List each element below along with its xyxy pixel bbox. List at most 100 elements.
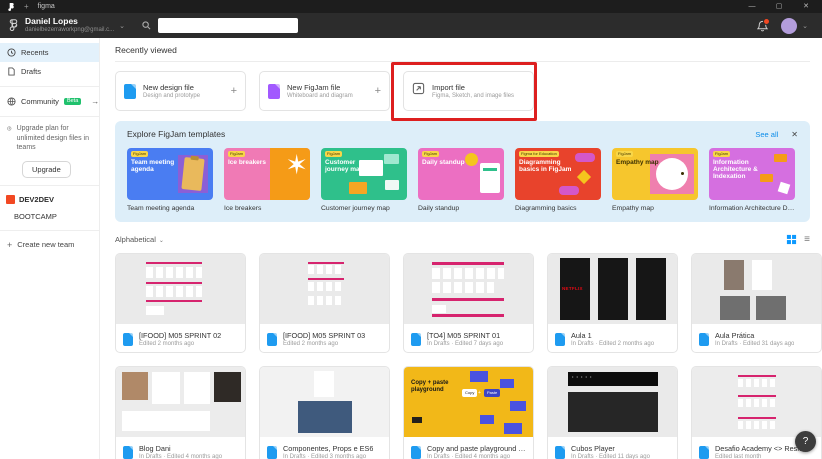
beta-badge: Beta <box>64 98 81 106</box>
template-diagramming-basics[interactable]: Figma for Education Diagramming basics i… <box>515 148 601 212</box>
sidebar-item-drafts[interactable]: Drafts <box>0 62 99 81</box>
template-daily-standup[interactable]: FigJam Daily standup Daily standup <box>418 148 504 212</box>
plus-icon[interactable]: + <box>375 85 381 97</box>
file-card-ifood-sprint-02[interactable]: [IFOOD] M05 SPRINT 02 Edited 2 months ag… <box>115 253 246 353</box>
file-thumbnail <box>692 254 821 324</box>
file-edited: In Drafts · Edited 7 days ago <box>427 340 503 348</box>
upgrade-button[interactable]: Upgrade <box>22 161 71 178</box>
sidebar-item-label: Community <box>21 97 59 106</box>
create-new-team-button[interactable]: + Create new team <box>0 236 99 254</box>
template-team-meeting-agenda[interactable]: FigJam Team meeting agenda Team meeting … <box>127 148 213 212</box>
decoration: • • • • • <box>572 374 592 379</box>
sort-label: Alphabetical <box>115 235 156 244</box>
file-card-copy-paste-playground[interactable]: Copy + paste playground Copy + Paste Cop… <box>403 366 534 459</box>
sidebar-item-community[interactable]: Community Beta → <box>0 92 99 111</box>
figma-file-icon <box>123 333 133 346</box>
close-banner-icon[interactable]: ✕ <box>791 130 798 139</box>
card-title: New FigJam file <box>287 83 353 92</box>
figma-app-icon[interactable] <box>7 3 15 11</box>
globe-icon <box>7 97 16 106</box>
figjam-badge: FigJam <box>422 151 439 157</box>
file-card-aula-1[interactable]: NETFLIX Aula 1 In Drafts · Edited 2 mont… <box>547 253 678 353</box>
file-card-blog-dani[interactable]: Blog Dani In Drafts · Edited 4 months ag… <box>115 366 246 459</box>
quick-actions-row: New design file Design and prototype + N… <box>115 71 810 111</box>
sidebar: Recents Drafts Community Beta → Upgrade … <box>0 38 100 459</box>
account-switcher[interactable]: Daniel Lopes danielbezerraworkpng@gmail.… <box>25 17 114 34</box>
list-view-icon[interactable]: ≡ <box>804 235 810 245</box>
search-input[interactable] <box>158 18 298 33</box>
template-label: Ice breakers <box>224 205 310 212</box>
decoration <box>181 157 204 191</box>
sidebar-team-dev2dev[interactable]: DEV2DEV <box>0 191 99 208</box>
import-file-card[interactable]: Import file Figma, Sketch, and image fil… <box>403 71 534 111</box>
maximize-icon[interactable]: ▢ <box>770 3 788 10</box>
decoration <box>778 182 791 195</box>
new-figjam-file-card[interactable]: New FigJam file Whiteboard and diagram + <box>259 71 390 111</box>
sidebar-team-bootcamp[interactable]: BOOTCAMP <box>0 208 99 225</box>
file-edited: In Drafts · Edited 31 days ago <box>715 340 794 348</box>
plus-icon[interactable]: + <box>231 85 237 97</box>
copy-chip: Copy <box>462 389 477 397</box>
file-thumbnail <box>692 367 821 437</box>
figma-file-icon <box>123 446 133 459</box>
close-window-icon[interactable]: ✕ <box>797 3 815 10</box>
figma-desktop-app: { "titlebar": { "tab": "figma" }, "icons… <box>0 0 822 459</box>
account-chevron-down-icon[interactable]: ⌄ <box>119 22 125 30</box>
figjam-badge: FigJam <box>228 151 245 157</box>
file-text: [IFOOD] M05 SPRINT 03 Edited 2 months ag… <box>283 331 365 348</box>
file-text: [IFOOD] M05 SPRINT 02 Edited 2 months ag… <box>139 331 221 348</box>
file-text: Componentes, Props e ES6 In Drafts · Edi… <box>283 444 373 459</box>
template-thumbnail: FigJam Customer journey map <box>321 148 407 200</box>
figjam-templates-banner: Explore FigJam templates See all ✕ FigJa… <box>115 121 810 222</box>
template-label: Customer journey map <box>321 205 407 212</box>
file-card-aula-pratica[interactable]: Aula Prática In Drafts · Edited 31 days … <box>691 253 822 353</box>
help-button[interactable]: ? <box>795 431 816 452</box>
thumbnail-title: Copy + paste playground <box>411 380 455 393</box>
file-card-componentes[interactable]: Componentes, Props e ES6 In Drafts · Edi… <box>259 366 390 459</box>
grid-view-icon[interactable] <box>786 234 797 245</box>
avatar[interactable] <box>781 18 797 34</box>
new-tab-icon[interactable]: + <box>24 3 29 11</box>
template-empathy-map[interactable]: FigJam Empathy map Empathy map <box>612 148 698 212</box>
template-customer-journey-map[interactable]: FigJam Customer journey map Customer jou… <box>321 148 407 212</box>
file-thumbnail <box>260 367 389 437</box>
file-meta: Componentes, Props e ES6 In Drafts · Edi… <box>260 437 389 459</box>
avatar-chevron-down-icon[interactable]: ⌄ <box>802 22 808 30</box>
content-area: Recently viewed New design file Design a… <box>100 38 822 459</box>
file-name: Aula 1 <box>571 331 654 340</box>
card-text: New FigJam file Whiteboard and diagram <box>287 83 353 100</box>
file-meta: Copy and paste playground (Com... In Dra… <box>404 437 533 459</box>
create-team-label: Create new team <box>17 240 74 249</box>
star-icon: ✶ <box>285 152 308 179</box>
thumbnail-title: Ice breakers <box>228 159 276 166</box>
sidebar-item-recents[interactable]: Recents <box>0 43 99 62</box>
window-tab-label[interactable]: figma <box>38 3 55 10</box>
file-thumbnail: • • • • • <box>548 367 677 437</box>
notifications-bell-icon[interactable] <box>757 20 768 32</box>
see-all-link[interactable]: See all <box>755 130 778 139</box>
file-name: Cubos Player <box>571 444 650 453</box>
file-card-ifood-sprint-03[interactable]: [IFOOD] M05 SPRINT 03 Edited 2 months ag… <box>259 253 390 353</box>
new-design-file-card[interactable]: New design file Design and prototype + <box>115 71 246 111</box>
sidebar-item-label: Recents <box>21 48 49 57</box>
file-name: Copy and paste playground (Com... <box>427 444 526 453</box>
view-toggle: ≡ <box>786 234 810 245</box>
figma-file-icon <box>555 446 565 459</box>
plus-icon: + <box>478 390 481 396</box>
file-name: [IFOOD] M05 SPRINT 02 <box>139 331 221 340</box>
template-ice-breakers[interactable]: FigJam Ice breakers ✶ Ice breakers <box>224 148 310 212</box>
template-information-architecture[interactable]: FigJam Information Architecture & Indexa… <box>709 148 795 212</box>
thumbnail-title: Customer journey map <box>325 159 373 173</box>
file-card-cubos-player[interactable]: • • • • • Cubos Player In Drafts · Edite… <box>547 366 678 459</box>
sort-dropdown[interactable]: Alphabetical⌄ <box>115 235 164 244</box>
figma-file-icon <box>699 333 709 346</box>
minimize-icon[interactable]: — <box>743 3 761 10</box>
file-text: Aula 1 In Drafts · Edited 2 months ago <box>571 331 654 348</box>
file-meta: [IFOOD] M05 SPRINT 02 Edited 2 months ag… <box>116 324 245 353</box>
team-name: DEV2DEV <box>19 195 54 204</box>
template-label: Empathy map <box>612 205 698 212</box>
figma-file-icon <box>411 446 421 459</box>
education-badge: Figma for Education <box>519 151 559 157</box>
clipboard-decoration <box>178 155 208 193</box>
file-card-to4-sprint-01[interactable]: [TO4] M05 SPRINT 01 In Drafts · Edited 7… <box>403 253 534 353</box>
